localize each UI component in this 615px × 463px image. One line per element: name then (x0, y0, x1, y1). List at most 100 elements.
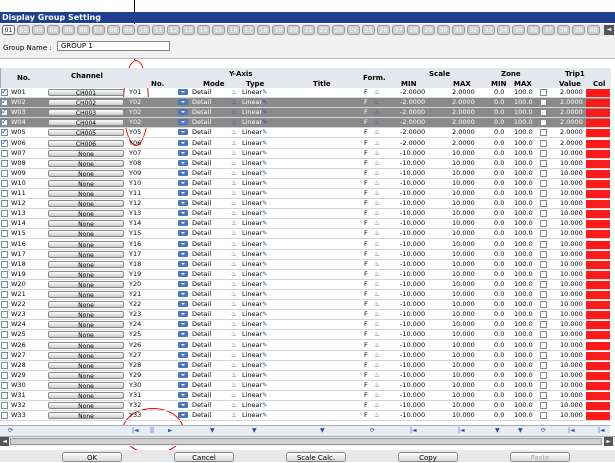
trip-checkbox[interactable] (540, 402, 547, 410)
trip-checkbox[interactable] (540, 159, 547, 167)
scale-min[interactable]: -10.000 (400, 310, 425, 319)
table-row[interactable]: W19 None Y19 Detail ♨ Linear ✎ F ♨ -10.000 10.000 0… (0, 270, 610, 280)
form-swap-icon[interactable]: ♨ (374, 240, 380, 249)
y-axis-no[interactable]: Y14 (129, 219, 141, 228)
trip-color-swatch[interactable] (586, 351, 610, 360)
zone-min[interactable]: 0.0 (494, 159, 504, 168)
zone-min[interactable]: 0.0 (494, 219, 504, 228)
mode-dropdown-icon[interactable] (178, 412, 188, 419)
channel-button[interactable]: None (48, 301, 124, 309)
table-row[interactable]: W24 None Y24 Detail ♨ Linear ✎ F ♨ -10.000 10.000 0… (0, 320, 610, 331)
channel-button[interactable]: None (48, 200, 124, 208)
scale-max[interactable]: 10.000 (452, 209, 475, 218)
table-row[interactable]: W15 None Y15 Detail ♨ Linear ✎ F ♨ -10.000 10.000 0… (0, 229, 610, 240)
trip-color-swatch[interactable] (586, 179, 610, 188)
row-checkbox[interactable] (1, 149, 8, 157)
mode-dropdown-icon[interactable] (178, 89, 188, 95)
tool-next-icon[interactable]: ► (168, 427, 173, 434)
scale-max[interactable]: 10.000 (452, 351, 475, 360)
form-swap-icon[interactable]: ♨ (374, 320, 380, 329)
form-swap-icon[interactable]: ♨ (374, 260, 380, 269)
channel-button[interactable]: None (48, 311, 124, 319)
type-edit-icon[interactable]: ✎ (262, 88, 267, 97)
trip-value[interactable]: 10.000 (560, 401, 583, 410)
table-row[interactable]: W05 CH005 Y05 Detail ♨ Linear✎ F ♨ -2.0000 2.0000… (0, 127, 610, 139)
trip-color-swatch[interactable] (586, 291, 610, 299)
tab-31[interactable]: 31 (452, 25, 465, 35)
mode-dropdown-icon[interactable] (178, 392, 188, 398)
form-swap-icon[interactable]: ♨ (374, 209, 380, 218)
scale-max[interactable]: 10.000 (452, 159, 475, 168)
type-edit-icon[interactable]: ✎ (262, 229, 267, 238)
zone-max[interactable]: 100.0 (514, 179, 533, 188)
mode-dropdown-icon[interactable] (178, 331, 188, 338)
row-checkbox[interactable] (1, 412, 8, 420)
y-axis-no[interactable]: Y02 (129, 108, 141, 117)
tab-21[interactable]: 21 (302, 25, 315, 35)
zone-min[interactable]: 0.0 (494, 341, 504, 350)
channel-button[interactable]: None (48, 210, 124, 218)
type-edit-icon[interactable]: ✎ (262, 330, 267, 339)
zone-min[interactable]: 0.0 (494, 351, 504, 360)
trip-color-swatch[interactable] (586, 260, 610, 269)
zone-max[interactable]: 100.0 (514, 391, 533, 400)
type-swap-icon[interactable]: ♨ (231, 189, 237, 198)
trip-checkbox[interactable] (540, 412, 547, 420)
trip-checkbox[interactable] (540, 169, 547, 177)
tab-06[interactable]: 06 (77, 25, 90, 35)
scale-max[interactable]: 2.0000 (452, 88, 475, 97)
form-swap-icon[interactable]: ♨ (374, 270, 380, 279)
scale-min[interactable]: -2.0000 (400, 88, 425, 97)
row-checkbox[interactable] (1, 392, 8, 399)
mode-dropdown-icon[interactable] (178, 99, 188, 106)
channel-button[interactable]: None (48, 250, 124, 259)
tool-color-icon[interactable]: |◄ (598, 427, 605, 434)
mode-dropdown-icon[interactable] (178, 159, 188, 166)
trip-value[interactable]: 2.0000 (560, 128, 583, 137)
type-swap-icon[interactable]: ♨ (231, 411, 237, 420)
scale-min[interactable]: -10.000 (400, 169, 425, 178)
y-axis-no[interactable]: Y25 (129, 330, 141, 339)
tool-type-dropdown-icon[interactable]: ▼ (252, 427, 257, 434)
type-edit-icon[interactable]: ✎ (262, 169, 267, 178)
trip-checkbox[interactable] (540, 341, 547, 349)
row-checkbox[interactable] (1, 200, 8, 208)
type-swap-icon[interactable]: ♨ (231, 270, 237, 279)
channel-button[interactable]: None (48, 159, 124, 168)
trip-checkbox[interactable] (540, 311, 547, 319)
trip-color-swatch[interactable] (586, 250, 610, 259)
table-row[interactable]: W17 None Y17 Detail ♨ Linear ✎ F ♨ -10.000 10.000 0… (0, 250, 610, 260)
y-axis-no[interactable]: Y15 (129, 229, 141, 238)
scale-min[interactable]: -10.000 (400, 179, 425, 188)
scale-max[interactable]: 10.000 (452, 270, 475, 279)
scale-max[interactable]: 2.0000 (452, 128, 475, 137)
form-swap-icon[interactable]: ♨ (374, 391, 380, 400)
channel-button[interactable]: None (48, 341, 124, 350)
type-swap-icon[interactable]: ♨ (231, 351, 237, 360)
type-edit-icon[interactable]: ✎ (262, 270, 267, 279)
trip-checkbox[interactable] (540, 392, 547, 399)
zone-max[interactable]: 100.0 (514, 280, 533, 289)
tab-02[interactable]: 02 (17, 25, 30, 35)
type-swap-icon[interactable]: ♨ (231, 290, 237, 299)
type-edit-icon[interactable]: ✎ (262, 371, 267, 380)
scale-min[interactable]: -10.000 (400, 411, 425, 420)
trip-value[interactable]: 2.0000 (560, 118, 583, 127)
trip-checkbox[interactable] (540, 291, 547, 298)
table-row[interactable]: W14 None Y14 Detail ♨ Linear ✎ F ♨ -10.000 10.000 0… (0, 219, 610, 230)
trip-checkbox[interactable] (540, 280, 547, 288)
mode-dropdown-icon[interactable] (178, 119, 188, 126)
form-swap-icon[interactable]: ♨ (374, 199, 380, 208)
trip-checkbox[interactable] (540, 149, 547, 157)
trip-value[interactable]: 10.000 (560, 149, 583, 158)
trip-checkbox[interactable] (540, 89, 547, 96)
type-swap-icon[interactable]: ♨ (231, 118, 237, 127)
type-edit-icon[interactable]: ✎ (262, 280, 267, 289)
tool-form-icon[interactable]: ⟳ (370, 427, 375, 434)
zone-max[interactable]: 100.0 (514, 108, 533, 117)
type-swap-icon[interactable]: ♨ (231, 179, 237, 188)
trip-value[interactable]: 2.0000 (560, 139, 583, 148)
scale-max[interactable]: 10.000 (452, 169, 475, 178)
type-edit-icon[interactable]: ✎ (262, 189, 267, 198)
channel-button[interactable]: None (48, 371, 124, 380)
